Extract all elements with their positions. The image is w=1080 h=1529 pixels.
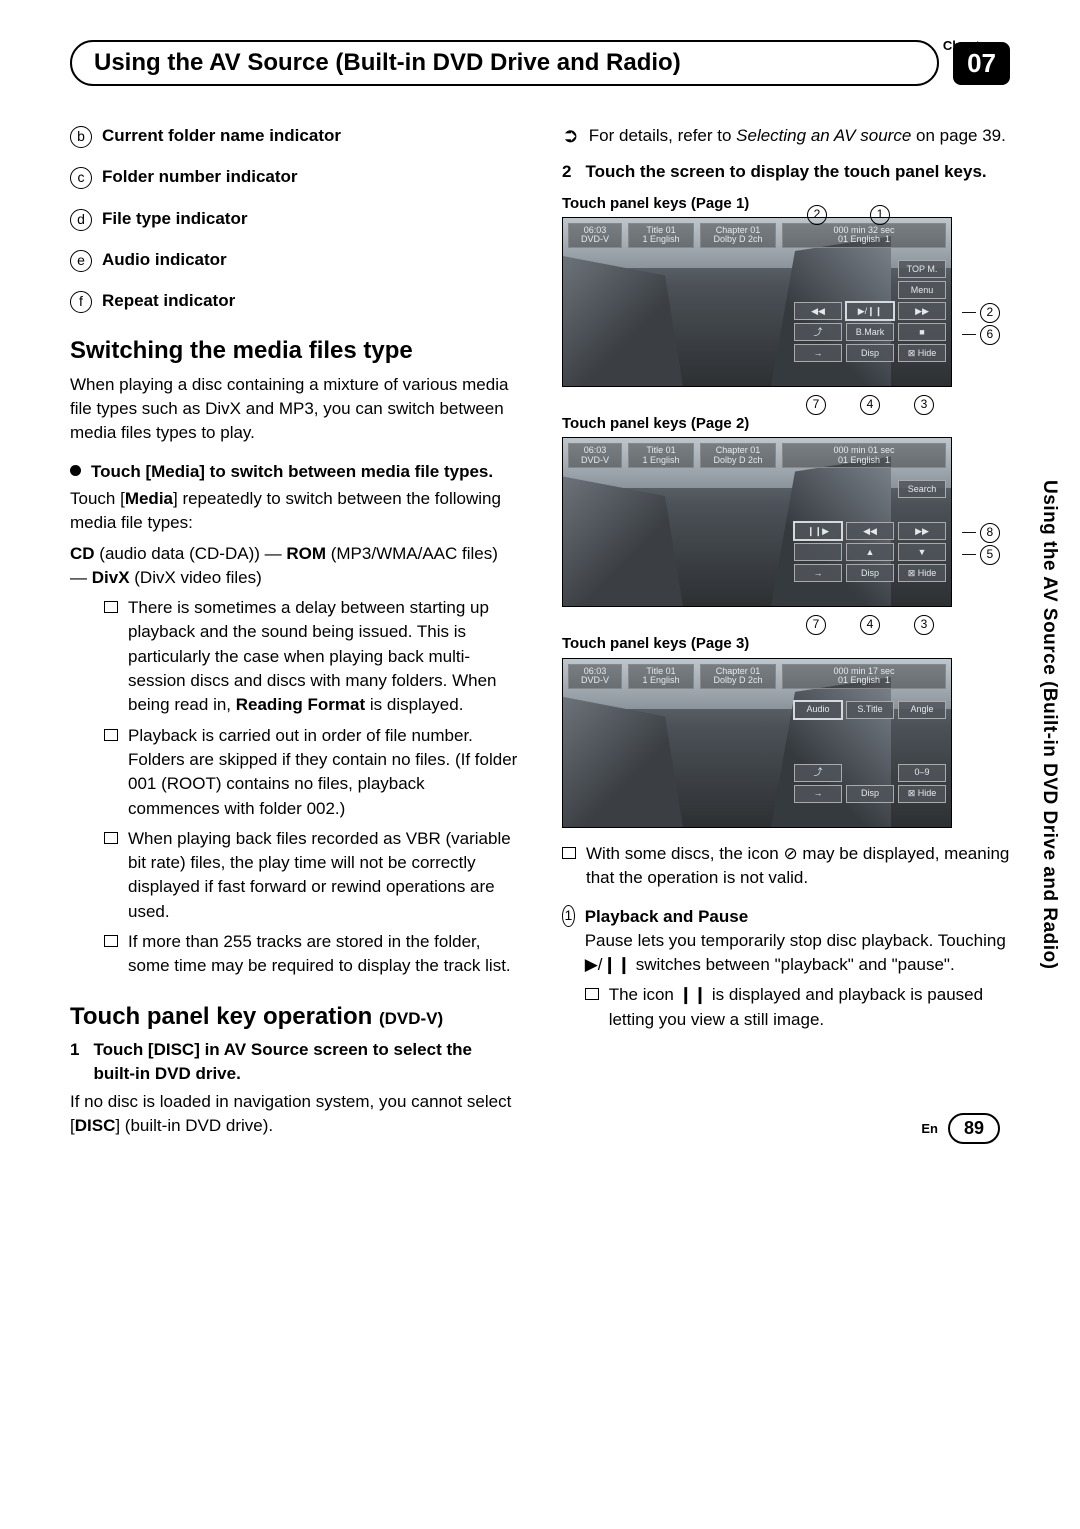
indicator-list: b Current folder name indicator c Folder n…: [70, 124, 518, 313]
figure-caption: Touch panel keys (Page 1): [562, 193, 1010, 214]
figure-caption: Touch panel keys (Page 2): [562, 413, 1010, 434]
circled-number: c: [70, 167, 92, 189]
note-icon: [104, 729, 118, 741]
circled-number: 1: [562, 905, 575, 927]
bookmark-button[interactable]: B.Mark: [846, 323, 894, 341]
menu-button[interactable]: Menu: [898, 281, 946, 299]
down-button[interactable]: ▼: [898, 543, 946, 561]
touch-panel-screenshot-1: 06:03DVD-V Title 011 English Chapter 01D…: [562, 217, 952, 387]
bullet-dot-icon: [70, 465, 81, 476]
touch-panel-screenshot-3: 06:03DVD-V Title 011 English Chapter 01D…: [562, 658, 952, 828]
disp-button[interactable]: Disp: [846, 785, 894, 803]
section-heading: Switching the media files type: [70, 337, 518, 365]
body-text: Touch [Media] repeatedly to switch betwe…: [70, 487, 518, 536]
note-text: With some discs, the icon ⊘ may be displ…: [586, 842, 1010, 891]
footer-language: En: [921, 1121, 938, 1136]
top-menu-button[interactable]: TOP M.: [898, 260, 946, 278]
side-tab-text: Using the AV Source (Built-in DVD Drive …: [1038, 480, 1060, 969]
title-bar: Using the AV Source (Built-in DVD Drive …: [70, 40, 1010, 86]
stop-button[interactable]: ■: [898, 323, 946, 341]
circled-number: e: [70, 250, 92, 272]
xref-text: For details, refer to Selecting an AV so…: [589, 124, 1006, 148]
page-title: Using the AV Source (Built-in DVD Drive …: [70, 40, 939, 86]
note-icon: [104, 601, 118, 613]
step-text: Touch the screen to display the touch pa…: [585, 160, 986, 184]
step-heading: 2 Touch the screen to display the touch …: [562, 160, 1010, 184]
note-text: There is sometimes a delay between start…: [128, 596, 518, 717]
section-heading: Touch panel key operation (DVD-V): [70, 1003, 518, 1031]
next-page-button[interactable]: →: [794, 344, 842, 362]
body-text: CD (audio data (CD-DA)) — ROM (MP3/WMA/A…: [70, 542, 518, 591]
note-icon: [104, 832, 118, 844]
return-button[interactable]: ⤴: [794, 764, 842, 782]
page-footer: En 89: [921, 1113, 1000, 1144]
footer-page-number: 89: [948, 1113, 1000, 1144]
hide-button[interactable]: ⊠ Hide: [898, 344, 946, 362]
chapter-label: Chapter: [943, 38, 992, 53]
hide-button[interactable]: ⊠ Hide: [898, 785, 946, 803]
prev-track-button[interactable]: ◀◀: [794, 302, 842, 320]
osd-top-bar: 06:03DVD-V Title 011 English Chapter 01D…: [568, 443, 946, 468]
return-button[interactable]: ⤴: [794, 323, 842, 341]
play-pause-button[interactable]: ▶/❙❙: [846, 302, 894, 320]
circled-number: b: [70, 126, 92, 148]
bullet-heading-text: Touch [Media] to switch between media fi…: [91, 460, 493, 484]
bullet-heading: Touch [Media] to switch between media fi…: [70, 460, 518, 484]
note-text: The icon ❙❙ is displayed and playback is…: [609, 983, 1010, 1032]
step-heading: 1 Touch [DISC] in AV Source screen to se…: [70, 1038, 518, 1087]
audio-button[interactable]: Audio: [794, 701, 842, 719]
next-page-button[interactable]: →: [794, 564, 842, 582]
step-number: 2: [562, 160, 571, 184]
hide-button[interactable]: ⊠ Hide: [898, 564, 946, 582]
left-column: b Current folder name indicator c Folder n…: [70, 124, 518, 1144]
right-column: ➲ For details, refer to Selecting an AV …: [562, 124, 1010, 1144]
touch-panel-screenshot-2: 06:03DVD-V Title 011 English Chapter 01D…: [562, 437, 952, 607]
circled-number: f: [70, 291, 92, 313]
note-list: There is sometimes a delay between start…: [70, 596, 518, 978]
note-text: If more than 255 tracks are stored in th…: [128, 930, 518, 979]
indicator-label: Audio indicator: [102, 248, 227, 272]
subtitle-button[interactable]: S.Title: [846, 701, 894, 719]
step-number: 1: [70, 1038, 79, 1087]
disp-button[interactable]: Disp: [846, 564, 894, 582]
indicator-label: Current folder name indicator: [102, 124, 341, 148]
indicator-label: Repeat indicator: [102, 289, 235, 313]
xref-row: ➲ For details, refer to Selecting an AV …: [562, 124, 1010, 148]
body-text: Pause lets you temporarily stop disc pla…: [585, 929, 1010, 978]
note-text: When playing back files recorded as VBR …: [128, 827, 518, 924]
rewind-button[interactable]: ◀◀: [846, 522, 894, 540]
body-text: When playing a disc containing a mixture…: [70, 373, 518, 446]
step-text: Touch [DISC] in AV Source screen to sele…: [93, 1038, 518, 1087]
note-icon: [585, 988, 599, 1000]
osd-top-bar: 06:03DVD-V Title 011 English Chapter 01D…: [568, 223, 946, 248]
next-page-button[interactable]: →: [794, 785, 842, 803]
indicator-label: Folder number indicator: [102, 165, 298, 189]
search-button[interactable]: Search: [898, 480, 946, 498]
disp-button[interactable]: Disp: [846, 344, 894, 362]
note-icon: [104, 935, 118, 947]
note-icon: [562, 847, 576, 859]
body-text: If no disc is loaded in navigation syste…: [70, 1090, 518, 1139]
indicator-label: File type indicator: [102, 207, 247, 231]
osd-top-bar: 06:03DVD-V Title 011 English Chapter 01D…: [568, 664, 946, 689]
numeric-keypad-button[interactable]: 0–9: [898, 764, 946, 782]
reference-arrow-icon: ➲: [562, 124, 579, 148]
up-button[interactable]: ▲: [846, 543, 894, 561]
callout-heading: Playback and Pause: [585, 905, 1010, 929]
angle-button[interactable]: Angle: [898, 701, 946, 719]
step-play-button[interactable]: ❙❙▶: [794, 522, 842, 540]
figure-caption: Touch panel keys (Page 3): [562, 633, 1010, 654]
circled-number: d: [70, 209, 92, 231]
fast-forward-button[interactable]: ▶▶: [898, 522, 946, 540]
next-track-button[interactable]: ▶▶: [898, 302, 946, 320]
blank-button[interactable]: [794, 543, 842, 561]
note-text: Playback is carried out in order of file…: [128, 724, 518, 821]
